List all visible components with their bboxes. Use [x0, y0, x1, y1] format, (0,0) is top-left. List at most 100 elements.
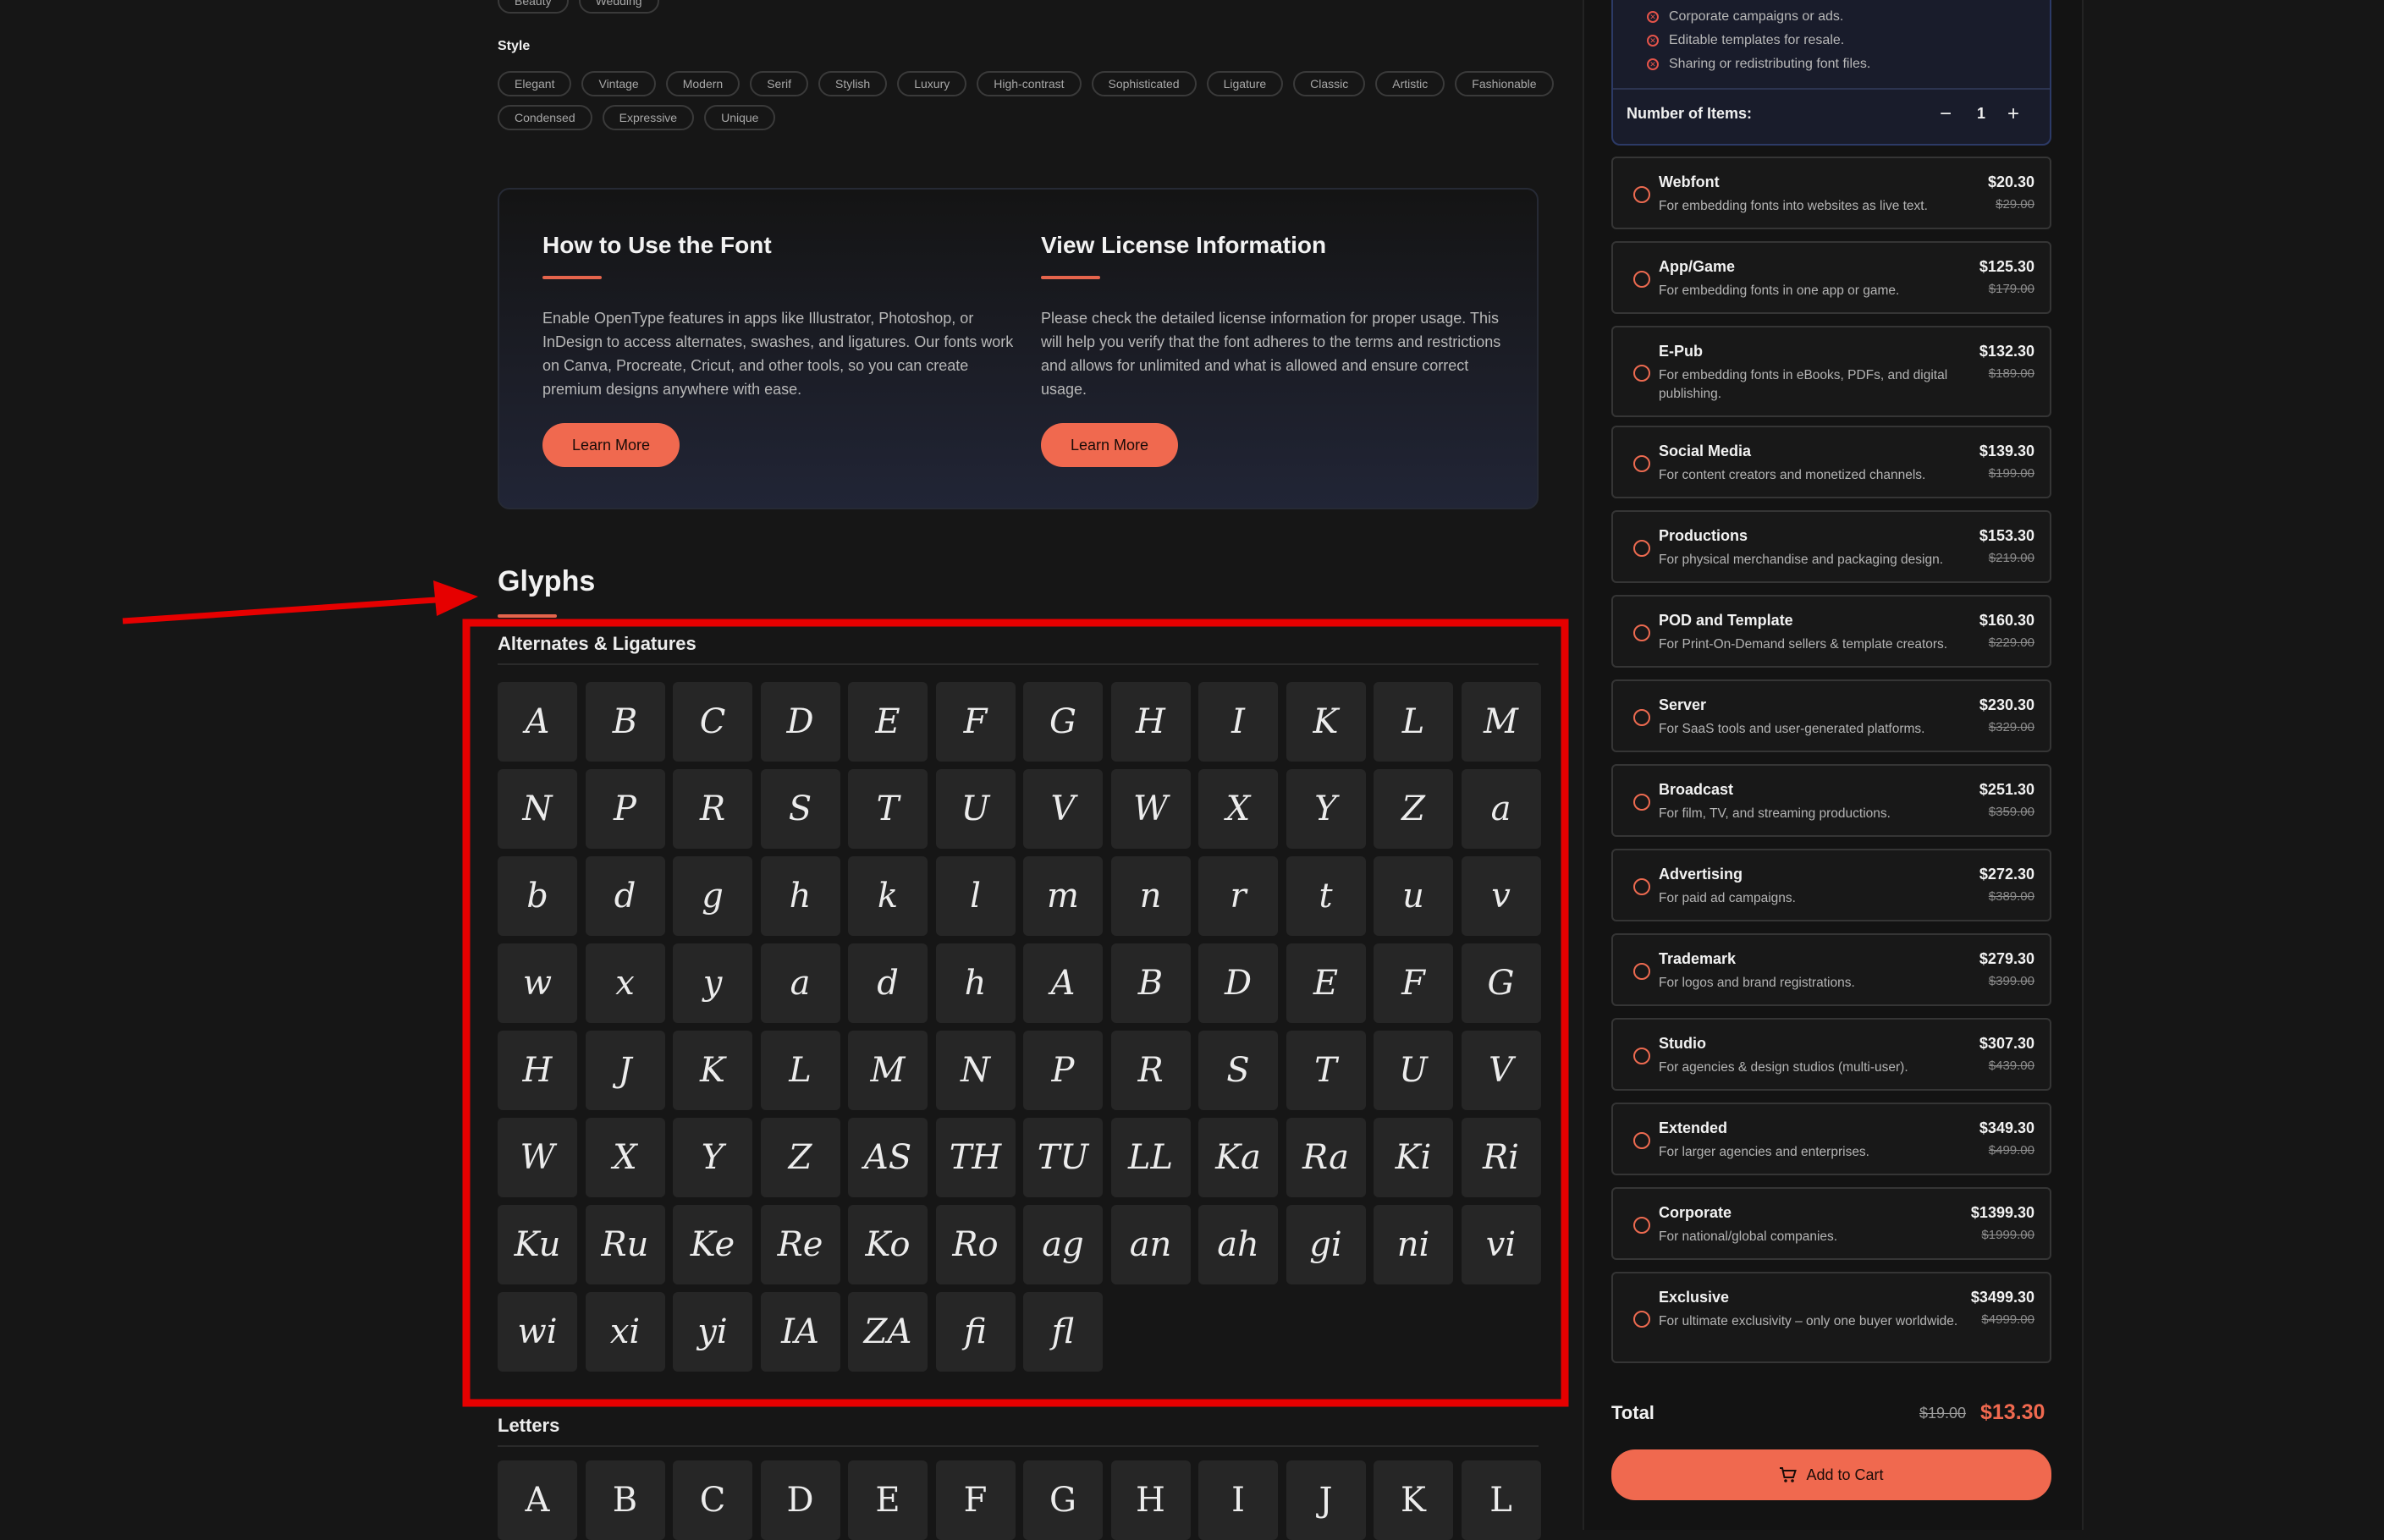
option-description: For SaaS tools and user-generated platfo…: [1659, 722, 1925, 736]
option-description: For agencies & design studios (multi-use…: [1659, 1060, 1908, 1075]
radio-button[interactable]: [1633, 624, 1650, 641]
option-price: $20.30: [1987, 173, 2034, 190]
license-option[interactable]: POD and Template For Print-On-Demand sell…: [1611, 595, 2051, 668]
option-description: For embedding fonts in eBooks, PDFs, and…: [1659, 368, 1948, 401]
option-price: $272.30: [1979, 866, 2034, 883]
license-option[interactable]: Webfont For embedding fonts into websites…: [1611, 157, 2051, 229]
x-circle-icon: ✕: [1647, 58, 1659, 70]
option-price: $153.30: [1979, 527, 2034, 544]
license-option[interactable]: Exclusive For ultimate exclusivity – only…: [1611, 1272, 2051, 1363]
option-price: $349.30: [1979, 1119, 2034, 1136]
option-price: $125.30: [1979, 258, 2034, 275]
option-old-price: $439.00: [1988, 1059, 2034, 1073]
option-old-price: $399.00: [1988, 974, 2034, 988]
box-divider: [1613, 88, 2050, 90]
license-option[interactable]: Trademark For logos and brand registratio…: [1611, 933, 2051, 1006]
quantity-decrease-button[interactable]: −: [1931, 100, 1960, 129]
radio-button[interactable]: [1633, 455, 1650, 472]
radio-button[interactable]: [1633, 1217, 1650, 1234]
option-description: For Print-On-Demand sellers & template c…: [1659, 637, 1948, 652]
option-description: For larger agencies and enterprises.: [1659, 1145, 1869, 1159]
radio-button[interactable]: [1633, 709, 1650, 726]
option-old-price: $329.00: [1988, 720, 2034, 734]
x-circle-icon: ✕: [1647, 35, 1659, 47]
annotation-arrow-head: [433, 580, 478, 616]
total-label: Total: [1611, 1402, 1654, 1423]
license-option[interactable]: Advertising For paid ad campaigns. $272.30…: [1611, 849, 2051, 921]
exclusion-item: ✕ Editable templates for resale.: [1647, 29, 1870, 52]
option-title: Productions: [1659, 527, 1748, 544]
option-title: Advertising: [1659, 866, 1743, 883]
option-description: For physical merchandise and packaging d…: [1659, 553, 1944, 567]
license-restrictions-box: ✕ Corporate campaigns or ads. ✕ Editable…: [1611, 0, 2051, 146]
option-description: For paid ad campaigns.: [1659, 891, 1796, 905]
radio-button[interactable]: [1633, 271, 1650, 288]
option-title: POD and Template: [1659, 612, 1793, 629]
add-to-cart-button[interactable]: Add to Cart: [1611, 1449, 2051, 1500]
option-description: For national/global companies.: [1659, 1229, 1838, 1244]
radio-button[interactable]: [1633, 186, 1650, 203]
license-option[interactable]: Studio For agencies & design studios (mul…: [1611, 1018, 2051, 1091]
radio-button[interactable]: [1633, 1311, 1650, 1328]
option-description: For logos and brand registrations.: [1659, 976, 1855, 990]
option-title: Server: [1659, 696, 1707, 713]
license-option[interactable]: Social Media For content creators and mon…: [1611, 426, 2051, 498]
option-price: $1399.30: [1970, 1204, 2034, 1221]
option-old-price: $4999.00: [1981, 1312, 2034, 1327]
number-of-items-label: Number of Items:: [1627, 105, 1753, 122]
quantity-value[interactable]: 1: [1967, 105, 1996, 123]
license-option[interactable]: Extended For larger agencies and enterpri…: [1611, 1103, 2051, 1175]
exclusion-item: ✕ Corporate campaigns or ads.: [1647, 5, 1870, 29]
total-old-price: $19.00: [1919, 1405, 1967, 1422]
option-description: For ultimate exclusivity – only one buye…: [1659, 1314, 1958, 1328]
radio-button[interactable]: [1633, 1048, 1650, 1064]
option-old-price: $219.00: [1988, 551, 2034, 565]
license-option[interactable]: Server For SaaS tools and user-generated …: [1611, 679, 2051, 752]
option-description: For content creators and monetized chann…: [1659, 468, 1926, 482]
annotation-highlight-box: [462, 619, 1569, 1407]
license-option[interactable]: E-Pub For embedding fonts in eBooks, PDFs…: [1611, 326, 2051, 417]
option-price: $139.30: [1979, 443, 2034, 459]
option-price: $230.30: [1979, 696, 2034, 713]
annotation-arrow-line: [122, 596, 449, 624]
option-old-price: $179.00: [1988, 282, 2034, 296]
option-old-price: $359.00: [1988, 805, 2034, 819]
option-title: Trademark: [1659, 950, 1737, 967]
radio-button[interactable]: [1633, 963, 1650, 980]
radio-button[interactable]: [1633, 540, 1650, 557]
option-title: Corporate: [1659, 1204, 1732, 1221]
exclusion-list: ✕ Corporate campaigns or ads. ✕ Editable…: [1647, 5, 1870, 76]
option-price: $307.30: [1979, 1035, 2034, 1052]
x-circle-icon: ✕: [1647, 11, 1659, 23]
license-option[interactable]: Productions For physical merchandise and …: [1611, 510, 2051, 583]
radio-button[interactable]: [1633, 794, 1650, 811]
radio-button[interactable]: [1633, 365, 1650, 382]
license-option[interactable]: App/Game For embedding fonts in one app o…: [1611, 241, 2051, 314]
option-title: Broadcast: [1659, 781, 1734, 798]
option-title: Webfont: [1659, 173, 1720, 190]
option-old-price: $499.00: [1988, 1143, 2034, 1158]
cart-icon: [1780, 1467, 1798, 1482]
quantity-increase-button[interactable]: +: [1999, 100, 2028, 129]
option-title: E-Pub: [1659, 343, 1703, 360]
license-option[interactable]: Broadcast For film, TV, and streaming pro…: [1611, 764, 2051, 837]
option-old-price: $199.00: [1988, 466, 2034, 481]
option-price: $160.30: [1979, 612, 2034, 629]
option-price: $3499.30: [1970, 1289, 2034, 1306]
option-title: Studio: [1659, 1035, 1706, 1052]
exclusion-text: Sharing or redistributing font files.: [1669, 57, 1871, 71]
add-to-cart-label: Add to Cart: [1806, 1466, 1884, 1483]
option-old-price: $189.00: [1988, 366, 2034, 381]
radio-button[interactable]: [1633, 1132, 1650, 1149]
license-option[interactable]: Corporate For national/global companies. $…: [1611, 1187, 2051, 1260]
exclusion-text: Corporate campaigns or ads.: [1669, 9, 1844, 24]
option-old-price: $29.00: [1996, 197, 2034, 212]
option-description: For film, TV, and streaming productions.: [1659, 806, 1891, 821]
option-title: Social Media: [1659, 443, 1752, 459]
option-title: App/Game: [1659, 258, 1736, 275]
total-price: $13.30: [1980, 1400, 2045, 1424]
option-title: Extended: [1659, 1119, 1728, 1136]
option-old-price: $229.00: [1988, 635, 2034, 650]
option-old-price: $1999.00: [1981, 1228, 2034, 1242]
radio-button[interactable]: [1633, 878, 1650, 895]
